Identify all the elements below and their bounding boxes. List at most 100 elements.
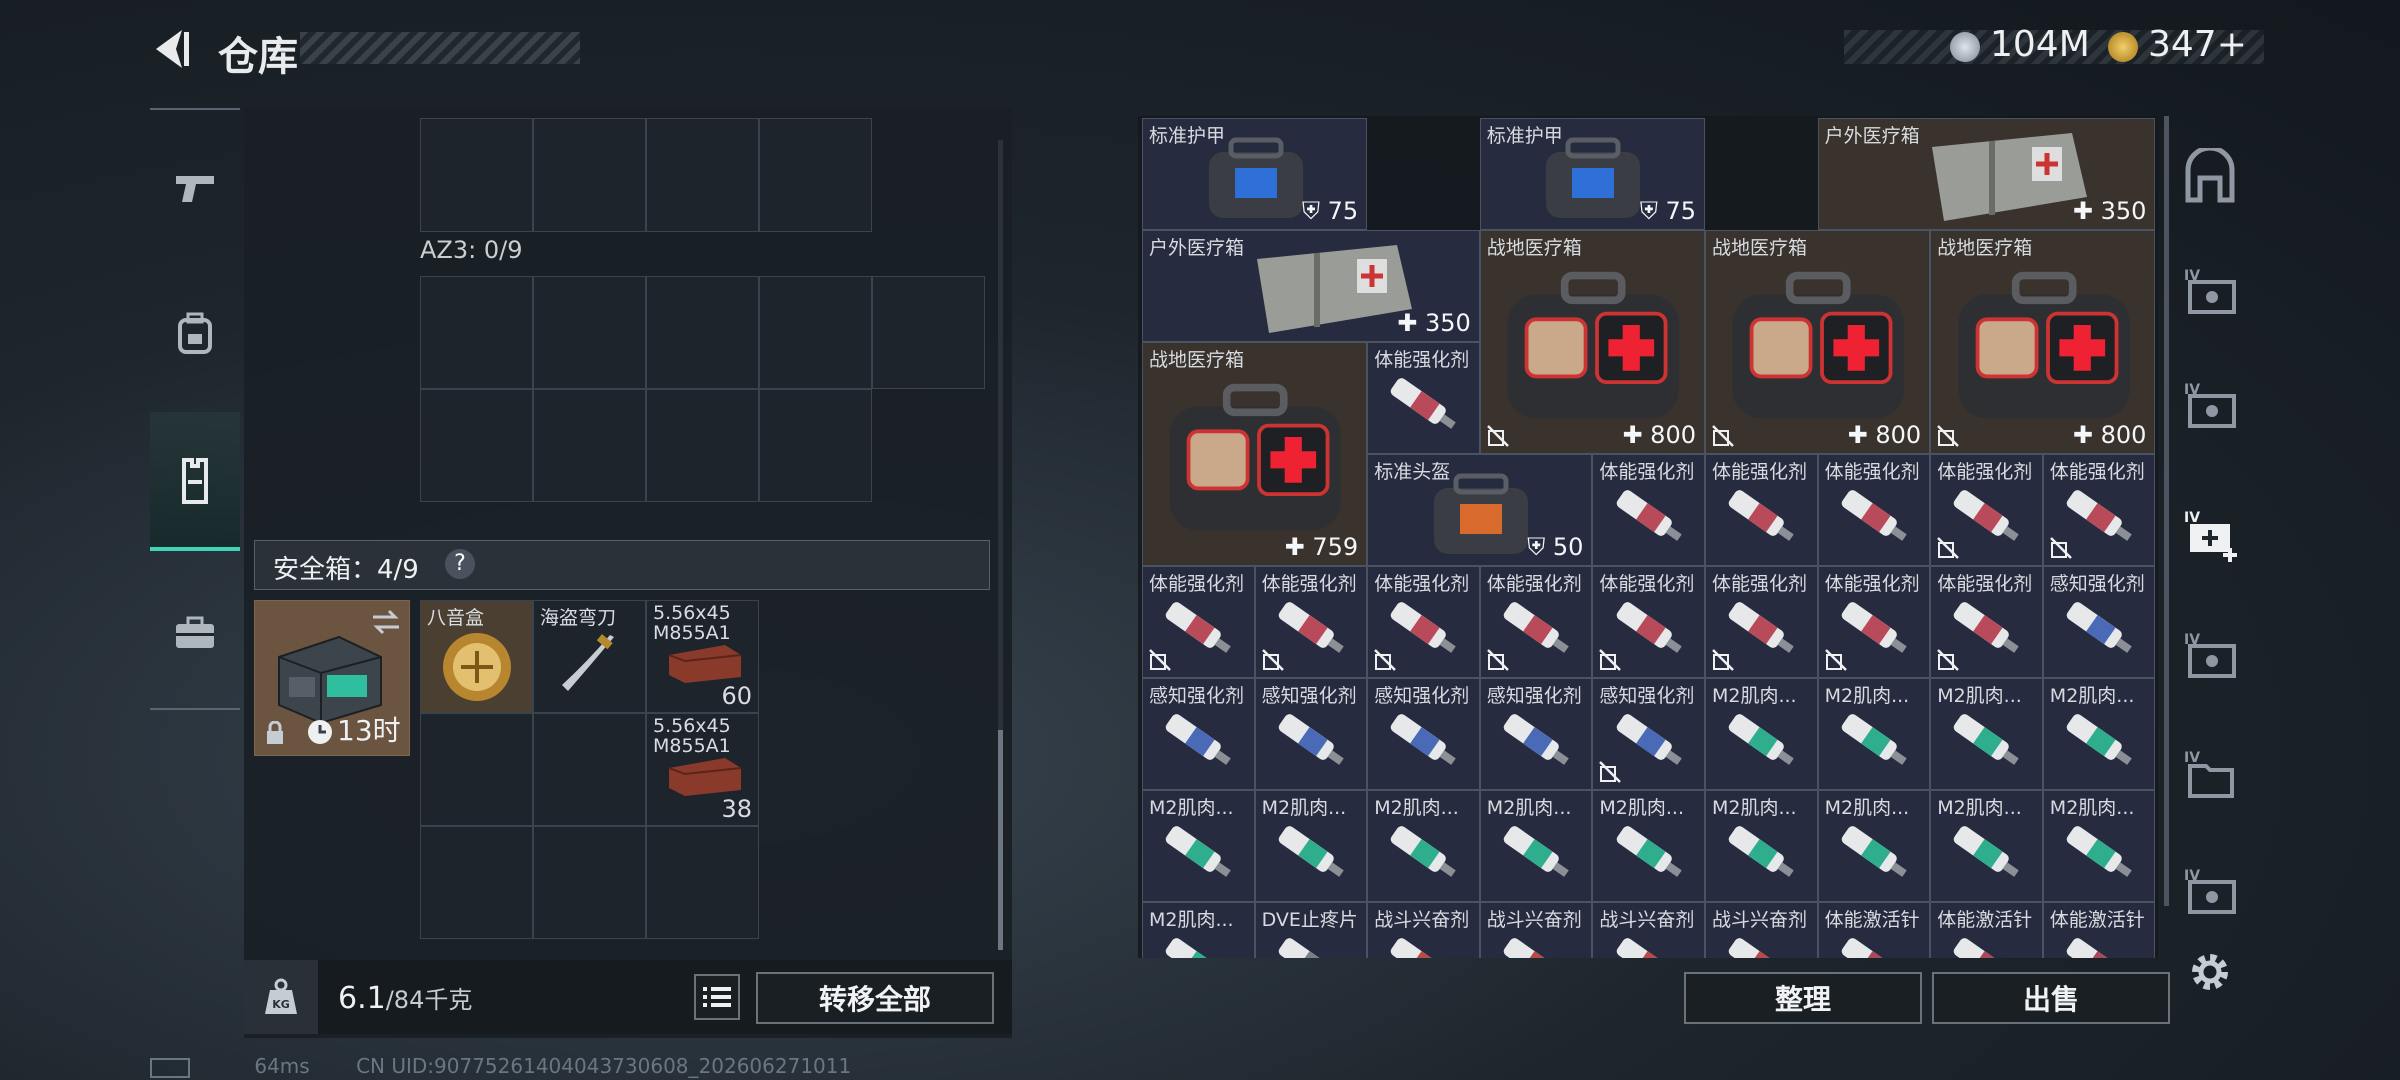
stash-item[interactable]: 体能强化剂 bbox=[1367, 342, 1480, 454]
tab-vest[interactable] bbox=[150, 412, 240, 551]
stash-item[interactable]: 体能强化剂 bbox=[1367, 566, 1480, 678]
stash-item[interactable]: M2肌肉... bbox=[1142, 902, 1255, 958]
grid-slot[interactable] bbox=[533, 713, 646, 826]
stash-item[interactable]: 标准头盔 ⛨ 50 bbox=[1367, 454, 1593, 566]
item-pirate-saber[interactable]: 海盗弯刀 bbox=[533, 600, 646, 713]
stash-item[interactable]: 体能强化剂 bbox=[1930, 566, 2043, 678]
stash-item[interactable]: M2肌肉... bbox=[2042, 678, 2156, 790]
stash-item[interactable]: DVE止疼片 bbox=[1254, 902, 1368, 958]
stash-item[interactable]: M2肌肉... bbox=[1142, 790, 1255, 902]
grid-slot[interactable] bbox=[420, 389, 533, 502]
stash-item[interactable]: 体能强化剂 bbox=[1930, 454, 2043, 566]
stash-item[interactable]: M2肌肉... bbox=[1592, 790, 1705, 902]
grid-slot[interactable] bbox=[420, 276, 533, 389]
top-grid bbox=[420, 118, 872, 232]
stash-item[interactable]: 标准护甲 ⛨ 75 bbox=[1142, 118, 1368, 230]
grid-slot[interactable] bbox=[646, 389, 759, 502]
item-name: 标准护甲 bbox=[1486, 125, 1563, 147]
stash-item[interactable]: 感知强化剂 bbox=[2042, 566, 2156, 678]
tier4-folder-icon[interactable]: IV bbox=[2180, 744, 2240, 804]
item-music-box[interactable]: 八音盒 bbox=[420, 600, 533, 713]
stash-item[interactable]: 体能强化剂 bbox=[1142, 566, 1255, 678]
settings-gear-icon[interactable] bbox=[2186, 948, 2234, 996]
stash-item[interactable]: 战斗兴奋剂 bbox=[1479, 902, 1593, 958]
stash-item[interactable]: M2肌肉... bbox=[1705, 790, 1818, 902]
injector-image bbox=[1391, 602, 1457, 653]
grid-slot[interactable] bbox=[533, 826, 646, 939]
sort-button[interactable]: 整理 bbox=[1684, 972, 1922, 1024]
grid-slot[interactable] bbox=[533, 276, 646, 389]
transfer-all-button[interactable]: 转移全部 bbox=[756, 972, 994, 1024]
stash-item[interactable]: 体能强化剂 bbox=[1479, 566, 1593, 678]
back-button[interactable] bbox=[148, 26, 190, 72]
stash-item[interactable]: M2肌肉... bbox=[1930, 678, 2043, 790]
grid-slot[interactable] bbox=[420, 826, 533, 939]
stash-item[interactable]: 体能激活针 bbox=[1817, 902, 1931, 958]
grid-slot[interactable] bbox=[872, 276, 985, 389]
stash-item[interactable]: 户外医疗箱 ✚ 350 bbox=[1817, 118, 2156, 230]
sell-button[interactable]: 出售 bbox=[1932, 972, 2170, 1024]
stash-item[interactable]: 战斗兴奋剂 bbox=[1705, 902, 1818, 958]
swap-icon[interactable] bbox=[371, 609, 401, 635]
stash-item[interactable]: M2肌肉... bbox=[1479, 790, 1593, 902]
weight-readout: 6.1/84千克 bbox=[338, 980, 472, 1016]
grid-slot[interactable] bbox=[646, 276, 759, 389]
stash-item[interactable]: 战斗兴奋剂 bbox=[1367, 902, 1480, 958]
stash-item[interactable]: 体能激活针 bbox=[2042, 902, 2156, 958]
tab-backpack[interactable] bbox=[150, 266, 240, 401]
item-value: ✚ 759 bbox=[1284, 533, 1359, 561]
stash-item[interactable]: 感知强化剂 bbox=[1479, 678, 1593, 790]
item-ammo-556[interactable]: 5.56x45 M855A1 38 bbox=[646, 713, 759, 826]
item-name: 体能强化剂 bbox=[1712, 461, 1808, 483]
tier4-case-icon[interactable]: IV bbox=[2180, 262, 2240, 322]
stash-item[interactable]: 感知强化剂 bbox=[1142, 678, 1255, 790]
stash-item[interactable]: 战斗兴奋剂 bbox=[1592, 902, 1705, 958]
tier4-case-icon[interactable]: IV bbox=[2180, 376, 2240, 436]
stash-item[interactable]: 体能强化剂 bbox=[1592, 566, 1705, 678]
tab-weapons[interactable] bbox=[150, 122, 240, 257]
grid-slot[interactable] bbox=[533, 389, 646, 502]
stash-item[interactable]: 标准护甲 ⛨ 75 bbox=[1479, 118, 1705, 230]
item-name: 户外医疗箱 bbox=[1824, 125, 1920, 147]
stash-item[interactable]: 战地医疗箱 ✚ 800 bbox=[1479, 230, 1705, 454]
grid-slot[interactable] bbox=[420, 713, 533, 826]
stash-item[interactable]: 感知强化剂 bbox=[1592, 678, 1705, 790]
stash-item[interactable]: 战地医疗箱 ✚ 759 bbox=[1142, 342, 1368, 566]
tier4-case-icon[interactable]: IV bbox=[2180, 862, 2240, 922]
clock-icon bbox=[308, 720, 332, 744]
stash-item[interactable]: 战地医疗箱 ✚ 800 bbox=[1930, 230, 2156, 454]
stash-item[interactable]: 户外医疗箱 ✚ 350 bbox=[1142, 230, 1480, 342]
stash-item[interactable]: 体能强化剂 bbox=[1817, 454, 1931, 566]
help-icon[interactable]: ? bbox=[445, 549, 475, 579]
stash-item[interactable]: 体能强化剂 bbox=[2042, 454, 2156, 566]
stash-item[interactable]: M2肌肉... bbox=[1254, 790, 1368, 902]
stash-item[interactable]: M2肌肉... bbox=[1367, 790, 1480, 902]
stash-item[interactable]: M2肌肉... bbox=[1930, 790, 2043, 902]
stash-item[interactable]: 战地医疗箱 ✚ 800 bbox=[1705, 230, 1931, 454]
tier4-medkit-add-icon[interactable]: IV bbox=[2180, 504, 2240, 564]
stash-item[interactable]: M2肌肉... bbox=[1817, 678, 1931, 790]
stash-item[interactable]: 体能强化剂 bbox=[1705, 454, 1818, 566]
stash-item[interactable]: 体能强化剂 bbox=[1254, 566, 1368, 678]
currency-gold-value[interactable]: 347+ bbox=[2148, 24, 2247, 65]
scrollbar-thumb[interactable] bbox=[998, 730, 1003, 950]
list-view-button[interactable] bbox=[694, 974, 740, 1020]
grid-slot[interactable] bbox=[759, 389, 872, 502]
item-ammo-556[interactable]: 5.56x45 M855A1 60 bbox=[646, 600, 759, 713]
safebox-slot[interactable]: 13时 bbox=[254, 600, 410, 756]
stash-item[interactable]: M2肌肉... bbox=[1705, 678, 1818, 790]
stash-item[interactable]: 体能激活针 bbox=[1930, 902, 2043, 958]
stash-item[interactable]: M2肌肉... bbox=[2042, 790, 2156, 902]
stash-scrollbar[interactable] bbox=[2164, 116, 2169, 906]
tier4-case-icon[interactable]: IV bbox=[2180, 626, 2240, 686]
safe-room-icon[interactable] bbox=[2180, 145, 2240, 208]
stash-item[interactable]: 体能强化剂 bbox=[1705, 566, 1818, 678]
stash-item[interactable]: 感知强化剂 bbox=[1254, 678, 1368, 790]
stash-item[interactable]: 体能强化剂 bbox=[1592, 454, 1705, 566]
grid-slot[interactable] bbox=[759, 276, 872, 389]
tab-briefcase[interactable] bbox=[150, 558, 240, 693]
grid-slot[interactable] bbox=[646, 826, 759, 939]
stash-item[interactable]: 感知强化剂 bbox=[1367, 678, 1480, 790]
stash-item[interactable]: 体能强化剂 bbox=[1817, 566, 1931, 678]
stash-item[interactable]: M2肌肉... bbox=[1817, 790, 1931, 902]
